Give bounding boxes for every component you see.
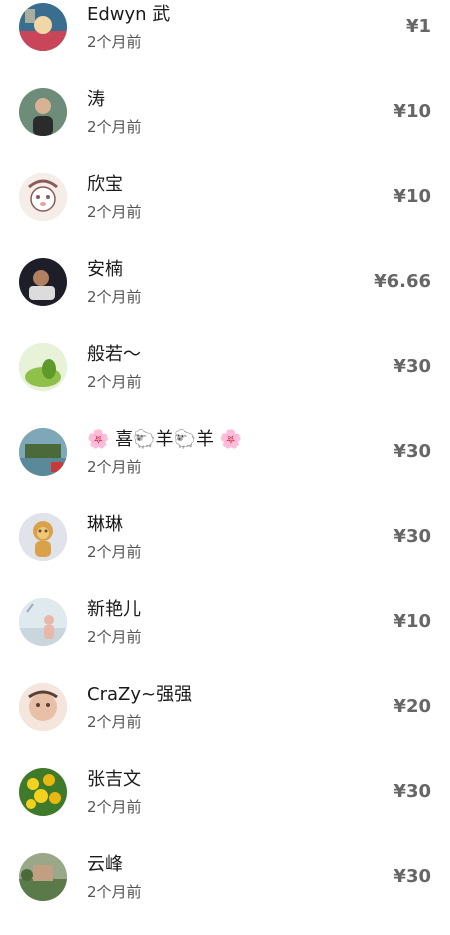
donation-amount: ¥1 xyxy=(405,16,431,37)
donor-time: 2个月前 xyxy=(87,203,142,221)
donor-row-2[interactable]: 涛 2个月前 ¥10 xyxy=(0,85,450,170)
donation-amount: ¥10 xyxy=(393,186,431,207)
donation-amount: ¥20 xyxy=(393,696,431,717)
avatar-garden-landscape-icon[interactable] xyxy=(19,853,67,901)
avatar-baby-photo-icon[interactable] xyxy=(19,683,67,731)
donor-name: 欣宝 xyxy=(87,174,123,195)
donor-row-4[interactable]: 安楠 2个月前 ¥6.66 xyxy=(0,255,450,340)
donor-time: 2个月前 xyxy=(87,628,142,646)
donor-name: 张吉文 xyxy=(87,769,141,790)
donor-name: 安楠 xyxy=(87,259,123,280)
donor-row-7[interactable]: 琳琳 2个月前 ¥30 xyxy=(0,510,450,595)
donor-row-11[interactable]: 云峰 2个月前 ¥30 xyxy=(0,850,450,935)
donor-name: CraZy~强强 xyxy=(87,684,193,705)
donor-row-9[interactable]: CraZy~强强 2个月前 ¥20 xyxy=(0,680,450,765)
donor-name: 新艳儿 xyxy=(87,599,141,620)
donation-amount: ¥30 xyxy=(393,781,431,802)
donation-amount: ¥10 xyxy=(393,611,431,632)
donor-time: 2个月前 xyxy=(87,713,142,731)
donor-name: 般若～ xyxy=(87,344,141,365)
donor-time: 2个月前 xyxy=(87,288,142,306)
donor-row-3[interactable]: 欣宝 2个月前 ¥10 xyxy=(0,170,450,255)
donor-row-5[interactable]: 般若～ 2个月前 ¥30 xyxy=(0,340,450,425)
donation-amount: ¥30 xyxy=(393,356,431,377)
donor-name: 云峰 xyxy=(87,854,123,875)
avatar-stuffed-lion-icon[interactable] xyxy=(19,513,67,561)
donor-name: 🌸 喜🐑羊🐑羊 🌸 xyxy=(87,429,243,450)
donor-time: 2个月前 xyxy=(87,458,142,476)
donor-row-8[interactable]: 新艳儿 2个月前 ¥10 xyxy=(0,595,450,680)
avatar-anime-girl-icon[interactable] xyxy=(19,173,67,221)
donor-name: 琳琳 xyxy=(87,514,123,535)
avatar-dark-portrait-icon[interactable] xyxy=(19,258,67,306)
donor-time: 2个月前 xyxy=(87,798,142,816)
donor-time: 2个月前 xyxy=(87,373,142,391)
avatar-green-pear-icon[interactable] xyxy=(19,343,67,391)
donor-time: 2个月前 xyxy=(87,118,142,136)
donation-amount: ¥30 xyxy=(393,441,431,462)
avatar-woman-seaside-icon[interactable] xyxy=(19,598,67,646)
avatar-man-portrait-icon[interactable] xyxy=(19,88,67,136)
avatar-riverside-building-icon[interactable] xyxy=(19,428,67,476)
donor-list: Edwyn 武 2个月前 ¥1 涛 2个月前 ¥10 欣宝 2个月前 ¥10 安… xyxy=(0,0,450,914)
donor-time: 2个月前 xyxy=(87,543,142,561)
donation-amount: ¥10 xyxy=(393,101,431,122)
donation-amount: ¥6.66 xyxy=(374,271,431,292)
donor-row-10[interactable]: 张吉文 2个月前 ¥30 xyxy=(0,765,450,850)
donation-amount: ¥30 xyxy=(393,866,431,887)
donor-time: 2个月前 xyxy=(87,883,142,901)
donor-row-6[interactable]: 🌸 喜🐑羊🐑羊 🌸 2个月前 ¥30 xyxy=(0,425,450,510)
avatar-cartoon-scene-icon[interactable] xyxy=(19,3,67,51)
donor-row-1[interactable]: Edwyn 武 2个月前 ¥1 xyxy=(0,0,450,85)
donor-name: Edwyn 武 xyxy=(87,4,171,25)
donor-time: 2个月前 xyxy=(87,33,142,51)
donation-amount: ¥30 xyxy=(393,526,431,547)
avatar-yellow-flowers-icon[interactable] xyxy=(19,768,67,816)
donor-name: 涛 xyxy=(87,89,105,110)
